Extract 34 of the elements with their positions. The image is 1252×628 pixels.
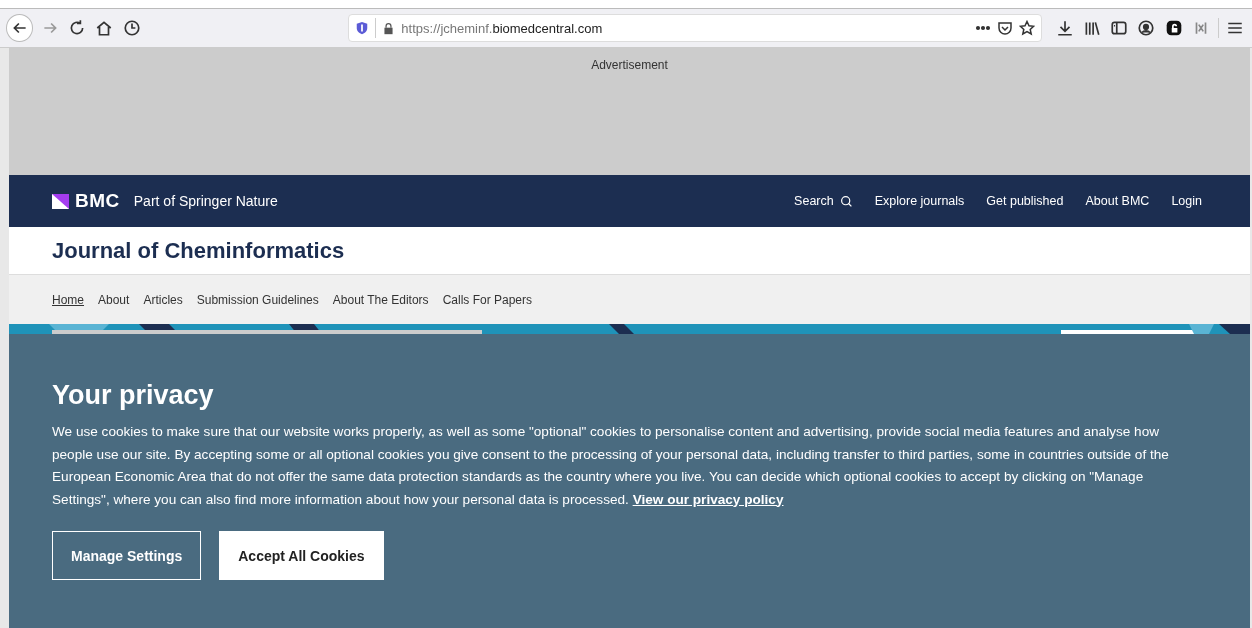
accept-button[interactable]: Accept All Cookies — [219, 531, 384, 580]
header-link[interactable]: Get published — [986, 194, 1064, 208]
account-icon[interactable] — [1137, 19, 1156, 37]
nav-link[interactable]: Articles — [143, 292, 183, 307]
settings-button[interactable]: Manage Settings — [52, 531, 202, 580]
header-link[interactable]: Explore journals — [874, 194, 965, 208]
shield-icon — [355, 21, 370, 35]
url-text: https://jcheminf.biomedcentral.com — [401, 20, 604, 36]
home-icon[interactable] — [95, 19, 114, 37]
nav-link[interactable]: Submission Guidelines — [196, 292, 319, 307]
nav-link[interactable]: About The Editors — [332, 292, 429, 307]
privacy-text: We use cookies to make sure that our website works properly, as well as some "optional" cookies to personalise content and advertising, provide social media features and analyse how people use our site. By accepting some or all optional cookies you give consent to the processing of your personal data, including transfer to third parties, some in countries outside of the European Economic Area that do not offer the same data protection standards as the country where you live. You can decide which optional cookies to accept by clicking on "Manage Settings", where you can also find more information about how your personal data is processed. View our privacy policy — [52, 423, 1170, 509]
sidebar-icon[interactable] — [1110, 19, 1129, 37]
clock-icon[interactable] — [122, 19, 141, 37]
header-link[interactable]: About BMC — [1085, 194, 1150, 208]
nav-link[interactable]: Calls For Papers — [442, 292, 532, 307]
journal-title: Journal of Cheminformatics — [52, 237, 345, 264]
lock-icon — [382, 21, 396, 35]
tagline: Part of Springer Nature — [133, 193, 278, 209]
advertisement-label: Advertisement — [591, 58, 668, 72]
search-icon — [839, 194, 853, 208]
download-icon[interactable] — [1055, 19, 1074, 37]
privacy-policy-link[interactable]: View our privacy policy — [632, 491, 784, 507]
pocket-icon[interactable] — [996, 20, 1013, 36]
banner-title: Your privacy — [52, 380, 215, 411]
brand-name: BMC — [75, 190, 120, 212]
padlock-icon[interactable] — [1164, 19, 1183, 37]
search-link[interactable]: Search — [794, 194, 853, 208]
star-icon[interactable] — [1018, 20, 1035, 36]
nav-link[interactable]: Home — [52, 292, 84, 307]
header-link[interactable]: Login — [1171, 194, 1202, 208]
logo-icon — [52, 193, 69, 209]
nav-link[interactable]: About — [98, 292, 130, 307]
address-bar[interactable]: https://jcheminf.biomedcentral.com — [348, 14, 1042, 42]
